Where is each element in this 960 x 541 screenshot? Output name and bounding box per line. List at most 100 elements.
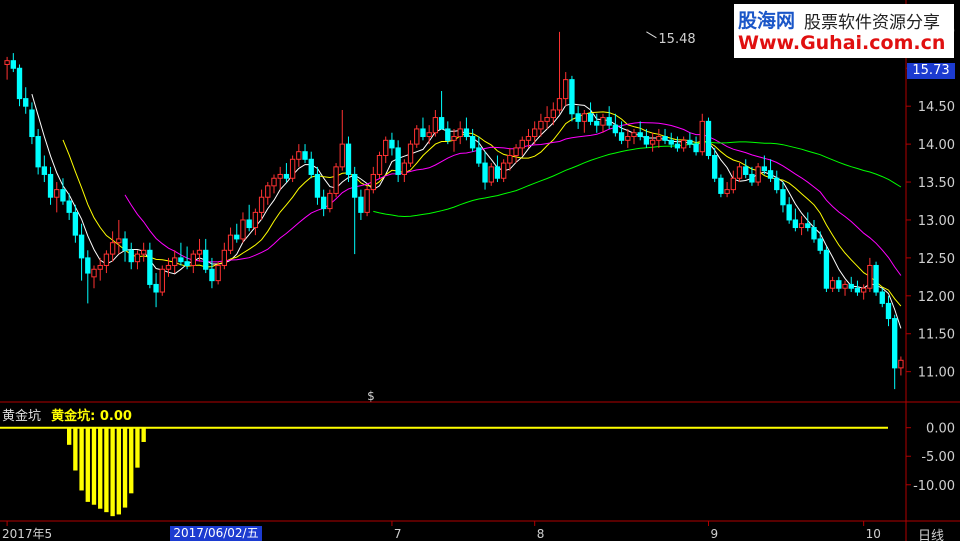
candle-body (538, 120, 544, 130)
candle-body (892, 318, 898, 369)
indicator-value: 黄金坑: 0.00 (51, 409, 132, 424)
candle-body (134, 253, 141, 263)
candle-body (730, 177, 736, 191)
indicator-header: 黄金坑 黄金坑: 0.00 (2, 405, 132, 424)
period-label[interactable]: 日线 (918, 525, 944, 541)
candle-body (724, 189, 730, 194)
candle-body (35, 136, 41, 168)
price-tick-label: 11.50 (918, 328, 955, 343)
candle-body (749, 173, 755, 183)
candle-body (327, 192, 333, 210)
candle-body (637, 132, 643, 138)
signal-marker: $ (367, 389, 375, 403)
candle-body (85, 257, 91, 274)
candle-body (885, 302, 892, 320)
watermark-slogan: 股票软件资源分享 (804, 13, 940, 33)
candle-body (407, 143, 414, 164)
candle-body (234, 234, 240, 240)
candle-body (786, 204, 792, 221)
candle-body (873, 264, 879, 293)
candle-body (612, 124, 619, 134)
candle-body (867, 264, 873, 289)
candle-body (333, 166, 339, 194)
candle-body (817, 238, 823, 251)
candle-body (469, 136, 476, 149)
candle-body (550, 109, 556, 119)
price-tick-label: 13.00 (918, 214, 955, 229)
indicator-bar (129, 427, 134, 494)
kline-chart-screen: 15.5015.0014.5014.0013.5013.0012.5012.00… (0, 0, 960, 541)
price-tick-label: 14.00 (918, 138, 955, 153)
candle-body (140, 249, 147, 255)
candle-body (811, 227, 817, 240)
date-tick-label: 7 (394, 527, 402, 541)
candle-body (805, 223, 811, 229)
ma-line-ma60 (373, 141, 902, 218)
candle-body (780, 189, 786, 206)
candle-body (500, 162, 507, 179)
high-annotation: 15.48 (658, 32, 695, 47)
candle-body (513, 147, 519, 156)
candle-body (693, 143, 699, 153)
candle-body (289, 158, 296, 179)
candle-body (836, 280, 842, 289)
indicator-tick-label: 0.00 (926, 422, 955, 437)
candle-body (494, 166, 501, 179)
indicator-name: 黄金坑 (2, 409, 42, 424)
candle-body (283, 173, 290, 179)
candle-body (23, 98, 29, 107)
candle-body (395, 147, 401, 175)
candle-body (153, 283, 159, 293)
candle-body (674, 143, 681, 149)
candle-body (78, 234, 85, 259)
candle-body (339, 143, 345, 168)
candle-body (842, 283, 848, 289)
indicator-bar (110, 427, 115, 517)
candle-body (569, 79, 575, 115)
candle-body (41, 166, 48, 175)
indicator-bar (98, 427, 103, 509)
candle-body (774, 177, 780, 191)
candle-body (10, 60, 16, 69)
candle-body (91, 268, 97, 278)
candle-body (240, 219, 246, 240)
candle-body (705, 120, 712, 156)
candle-body (277, 173, 283, 179)
candle-body (699, 120, 705, 153)
candle-body (389, 139, 395, 149)
candle-body (265, 185, 271, 198)
candle-body (72, 211, 79, 236)
ma-line-ma10 (62, 111, 902, 307)
candle-body (432, 117, 439, 134)
chart-canvas[interactable]: 15.5015.0014.5014.0013.5013.0012.5012.00… (0, 0, 960, 541)
candle-body (308, 158, 314, 175)
candle-body (476, 147, 482, 164)
candle-body (352, 173, 358, 198)
candle-body (656, 136, 662, 141)
candle-body (488, 166, 494, 183)
candle-body (600, 117, 606, 126)
candle-body (680, 139, 687, 149)
candle-body (792, 219, 799, 229)
price-tick-label: 12.00 (918, 290, 955, 305)
candle-body (507, 154, 513, 164)
candle-body (109, 242, 116, 255)
watermark-brand: 股海网 (738, 10, 796, 32)
indicator-bar (79, 427, 84, 491)
candle-body (687, 139, 693, 145)
candle-body (581, 113, 588, 122)
candle-body (364, 189, 370, 213)
candle-body (209, 268, 215, 282)
indicator-bar (73, 427, 78, 471)
indicator-bar (122, 427, 128, 508)
candle-body (668, 139, 674, 145)
current-price-badge: 15.73 (907, 63, 955, 79)
candle-body (190, 253, 196, 266)
candle-body (823, 249, 830, 289)
candle-body (66, 200, 72, 213)
candle-body (879, 291, 885, 304)
annotation-pointer (646, 31, 657, 39)
candle-body (246, 219, 252, 229)
candle-body (451, 136, 457, 141)
candle-body (4, 60, 10, 65)
